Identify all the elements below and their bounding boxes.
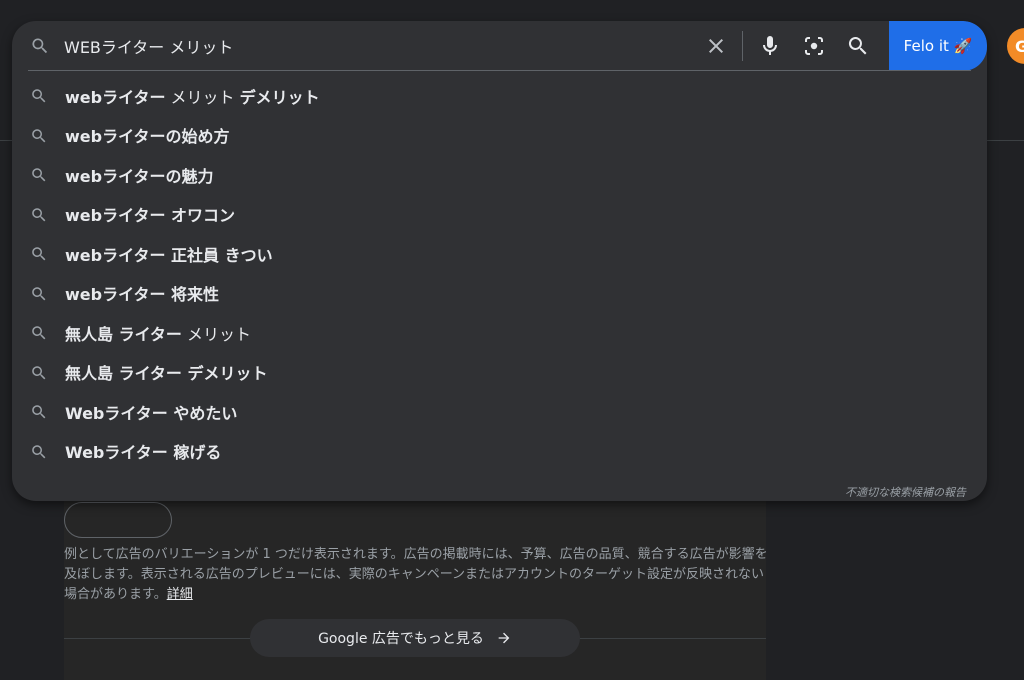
suggestion-item[interactable]: webライター 正社員 きつい: [12, 234, 987, 274]
google-lens-icon[interactable]: [802, 34, 826, 58]
suggestion-text: webライター 正社員 きつい: [65, 245, 273, 265]
search-icon: [32, 444, 46, 458]
suggestion-item[interactable]: webライター 将来性: [12, 274, 987, 314]
search-icon: [32, 405, 46, 419]
suggestion-text: webライターの魅力: [65, 166, 214, 186]
more-ads-button[interactable]: Google 広告でもっと見る: [250, 619, 580, 657]
search-icon: [32, 89, 46, 103]
search-icon: [32, 247, 46, 261]
suggestion-item[interactable]: 無人島 ライター デメリット: [12, 353, 987, 393]
suggestion-text: webライターの始め方: [65, 127, 230, 147]
suggestion-item[interactable]: webライターの魅力: [12, 155, 987, 195]
report-suggestions-link[interactable]: 不適切な検索候補の報告: [845, 484, 966, 500]
suggestion-list: webライター メリット デメリット webライターの始め方 webライターの魅…: [12, 76, 987, 471]
search-bar: Felo it 🚀: [12, 21, 987, 71]
search-autocomplete-dropdown: Felo it 🚀 webライター メリット デメリット webライターの始め方…: [12, 21, 987, 501]
suggestion-item[interactable]: Webライター 稼げる: [12, 432, 987, 472]
search-submit-icon[interactable]: [846, 34, 870, 58]
suggestion-text: 無人島 ライター メリット: [65, 324, 252, 344]
search-icon: [32, 365, 46, 379]
search-divider: [28, 70, 971, 71]
felo-it-button[interactable]: Felo it 🚀: [889, 21, 987, 71]
search-icon: [32, 168, 46, 182]
close-icon[interactable]: [704, 34, 728, 58]
suggestion-item[interactable]: Webライター やめたい: [12, 392, 987, 432]
search-icon: [32, 286, 46, 300]
suggestion-item[interactable]: webライター オワコン: [12, 195, 987, 235]
more-ads-label: Google 広告でもっと見る: [318, 631, 484, 647]
search-icon: [32, 326, 46, 340]
suggestion-text: Webライター 稼げる: [65, 443, 222, 463]
suggestion-text: webライター 将来性: [65, 285, 220, 305]
suggestion-text: Webライター やめたい: [65, 403, 238, 423]
suggestion-item[interactable]: webライター メリット デメリット: [12, 76, 987, 116]
details-link[interactable]: 詳細: [167, 587, 193, 602]
suggestion-item[interactable]: 無人島 ライター メリット: [12, 313, 987, 353]
search-icon: [32, 38, 48, 54]
suggestion-text: 無人島 ライター デメリット: [65, 364, 268, 384]
arrow-right-icon: [498, 632, 510, 644]
search-icon: [32, 207, 46, 221]
suggestion-item[interactable]: webライターの始め方: [12, 116, 987, 156]
suggestion-text: webライター オワコン: [65, 206, 236, 226]
search-bar-separator: [742, 31, 743, 61]
suggestion-text: webライター メリット デメリット: [65, 87, 320, 107]
search-input[interactable]: [64, 33, 684, 59]
microphone-icon[interactable]: [758, 34, 782, 58]
ghost-chip: [64, 502, 172, 538]
avatar-letter: G: [1015, 36, 1024, 56]
ad-preview-note: 例として広告のバリエーションが 1 つだけ表示されます。広告の掲載時には、予算、…: [64, 545, 770, 605]
search-icon: [32, 128, 46, 142]
